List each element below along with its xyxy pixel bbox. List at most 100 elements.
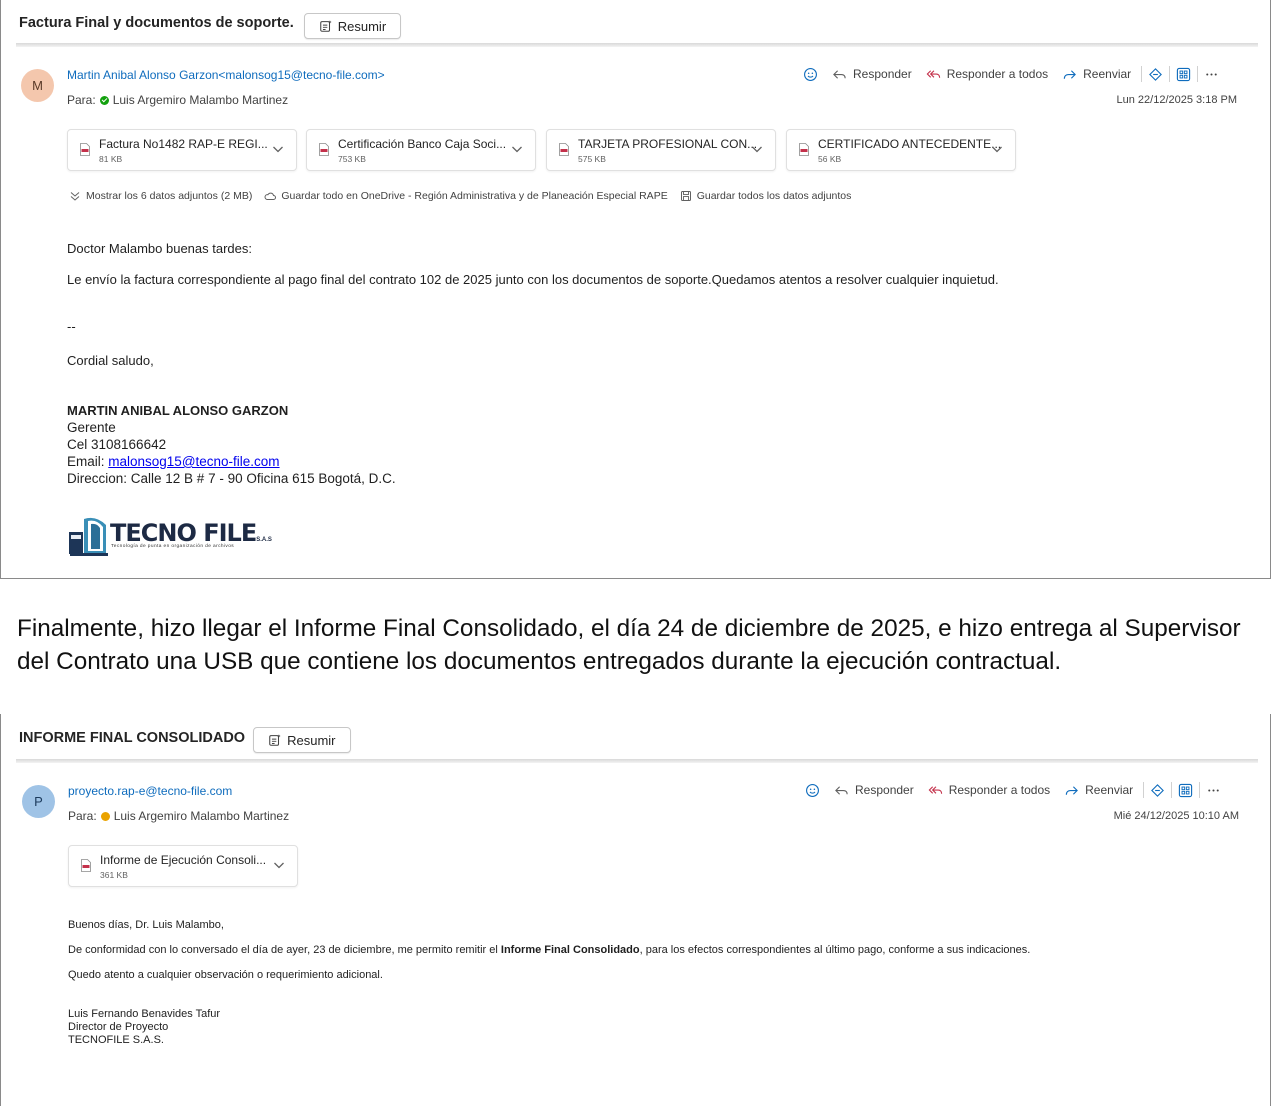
narrative-paragraph: Finalmente, hizo llegar el Informe Final… <box>17 615 1241 675</box>
attachment-size: 361 KB <box>100 870 128 880</box>
toolbar-divider <box>1141 66 1143 82</box>
summarize-icon <box>269 734 281 746</box>
email2-react-button[interactable] <box>805 783 820 798</box>
email2-date: Mié 24/12/2025 10:10 AM <box>1113 810 1239 822</box>
email1-avatar[interactable]: M <box>21 69 54 102</box>
attachment-card[interactable]: Certificación Banco Caja Soci... 753 KB <box>306 129 536 171</box>
email1-reply-all-button[interactable]: Responder a todos <box>926 67 1048 82</box>
signature-email-link[interactable]: malonsog15@tecno-file.com <box>108 454 279 469</box>
save-to-onedrive-link[interactable]: Guardar todo en OneDrive - Región Admini… <box>264 190 668 202</box>
email1-loop-button[interactable] <box>1148 67 1163 82</box>
apps-icon <box>1177 67 1191 81</box>
email2-greeting: Buenos días, Dr. Luis Malambo, <box>68 919 224 931</box>
email1-to-label: Para: <box>67 93 96 107</box>
double-chevron-down-icon <box>70 192 80 201</box>
email1-summarize-button[interactable]: Resumir <box>303 13 402 39</box>
email2-body-start: De conformidad con lo conversado el día … <box>68 944 501 956</box>
save-icon <box>680 191 691 201</box>
email1-reply-button[interactable]: Responder <box>832 67 912 82</box>
presence-away-icon <box>100 811 110 821</box>
attachment-name: CERTIFICADO ANTECEDENTE... <box>818 137 1002 151</box>
email1-date: Lun 22/12/2025 3:18 PM <box>1116 94 1237 106</box>
attachment-card[interactable]: Factura No1482 RAP-E REGI... 81 KB <box>67 129 297 171</box>
email2-summarize-label: Resumir <box>287 732 336 748</box>
attachment-size: 81 KB <box>99 154 123 164</box>
email1-subject-row: Factura Final y documentos de soporte. R… <box>19 7 402 39</box>
email1-toolbar: Responder Responder a todos Reenviar <box>803 66 1233 82</box>
email-panel-2 <box>0 714 1271 1106</box>
show-all-attachments-link[interactable]: Mostrar los 6 datos adjuntos (2 MB) <box>69 190 252 202</box>
toolbar-divider <box>1197 66 1199 82</box>
email1-closing: Cordial saludo, <box>67 353 154 368</box>
email1-forward-button[interactable]: Reenviar <box>1062 67 1131 82</box>
emoji-icon <box>806 783 819 797</box>
logo-emblem <box>69 517 108 556</box>
email1-react-button[interactable] <box>803 67 818 82</box>
email1-avatar-initial: M <box>32 78 43 93</box>
reply-icon <box>833 69 846 79</box>
signature-company: TECNOFILE S.A.S. <box>68 1034 164 1046</box>
pdf-file-icon <box>81 859 91 872</box>
signature-title: Gerente <box>67 420 116 435</box>
toolbar-divider <box>1169 66 1171 82</box>
toolbar-divider <box>1171 782 1173 798</box>
signature-title: Director de Proyecto <box>68 1021 169 1033</box>
logo-suffix: S.A.S <box>256 537 272 543</box>
chevron-down-icon[interactable] <box>511 144 523 154</box>
email1-attachment-actions: Mostrar los 6 datos adjuntos (2 MB) Guar… <box>69 190 863 202</box>
presence-available-icon <box>99 95 109 105</box>
pdf-file-icon <box>799 143 809 156</box>
email2-summarize-button[interactable]: Resumir <box>253 727 351 753</box>
email2-subject: INFORME FINAL CONSOLIDADO <box>19 729 246 746</box>
email1-more-button[interactable] <box>1204 67 1219 82</box>
summarize-icon <box>319 20 332 32</box>
logo-text-row: TECNO FILES.A.S <box>110 519 272 547</box>
email2-forward-button[interactable]: Reenviar <box>1064 783 1133 798</box>
email2-sender[interactable]: proyecto.rap-e@tecno-file.com <box>68 784 232 798</box>
chevron-down-icon[interactable] <box>751 144 763 154</box>
email1-body: Le envío la factura correspondiente al p… <box>67 272 999 287</box>
attachment-name: TARJETA PROFESIONAL CON... <box>578 137 758 151</box>
email2-loop-button[interactable] <box>1150 783 1165 798</box>
tecno-file-logo: TECNO FILES.A.S Tecnología de punta en o… <box>68 513 278 558</box>
more-icon <box>1208 788 1219 792</box>
email2-divider <box>16 759 1258 763</box>
email2-apps-button[interactable] <box>1178 783 1193 798</box>
email2-avatar[interactable]: P <box>22 785 55 818</box>
email2-subject-row: INFORME FINAL CONSOLIDADO Resumir <box>19 722 351 753</box>
pdf-file-icon <box>319 143 329 156</box>
pdf-file-icon <box>80 143 90 156</box>
attachment-size: 753 KB <box>338 154 366 164</box>
email1-recipient[interactable]: Luis Argemiro Malambo Martinez <box>113 93 288 107</box>
email1-signature: MARTIN ANIBAL ALONSO GARZON Gerente Cel … <box>67 402 396 487</box>
cloud-icon <box>264 192 277 200</box>
email2-recipient[interactable]: Luis Argemiro Malambo Martinez <box>114 809 289 823</box>
signature-name: Luis Fernando Benavides Tafur <box>68 1008 221 1020</box>
save-all-attachments-label: Guardar todos los datos adjuntos <box>696 190 852 202</box>
chevron-down-icon[interactable] <box>273 860 285 870</box>
attachment-name: Factura No1482 RAP-E REGI... <box>99 137 268 151</box>
email2-body: De conformidad con lo conversado el día … <box>68 944 1030 956</box>
email2-signature: Luis Fernando Benavides Tafur Director d… <box>68 1008 220 1047</box>
apps-icon <box>1179 783 1193 797</box>
email1-reply-all-label: Responder a todos <box>946 67 1049 81</box>
email2-more-button[interactable] <box>1206 783 1221 798</box>
attachment-name: Certificación Banco Caja Soci... <box>338 137 507 151</box>
chevron-down-icon[interactable] <box>272 144 284 154</box>
save-all-attachments-link[interactable]: Guardar todos los datos adjuntos <box>680 190 852 202</box>
attachment-card[interactable]: TARJETA PROFESIONAL CON... 575 KB <box>546 129 776 171</box>
show-all-attachments-label: Mostrar los 6 datos adjuntos (2 MB) <box>86 190 253 202</box>
chevron-down-icon[interactable] <box>991 144 1003 154</box>
logo-tagline: Tecnología de punta en organización de a… <box>111 544 235 549</box>
email1-sender[interactable]: Martin Anibal Alonso Garzon<malonsog15@t… <box>67 68 385 82</box>
email1-apps-button[interactable] <box>1176 67 1191 82</box>
attachment-card[interactable]: CERTIFICADO ANTECEDENTE... 56 KB <box>786 129 1016 171</box>
email2-reply-button[interactable]: Responder <box>834 783 914 798</box>
email1-recipient-line: Para: Luis Argemiro Malambo Martinez <box>67 93 288 107</box>
email-panel-1 <box>0 0 1271 579</box>
loop-icon <box>1149 67 1163 81</box>
email2-reply-all-button[interactable]: Responder a todos <box>928 783 1050 798</box>
signature-phone: Cel 3108166642 <box>67 437 167 452</box>
attachment-card[interactable]: Informe de Ejecución Consoli... 361 KB <box>68 845 298 887</box>
email2-body-emphasis: Informe Final Consolidado <box>500 944 640 956</box>
